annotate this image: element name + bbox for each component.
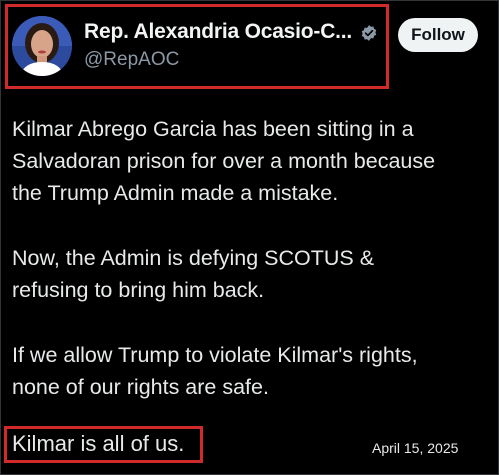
tweet-line: Kilmar Abrego Garcia has been sitting in… — [12, 117, 414, 141]
verified-badge-icon — [361, 25, 377, 41]
tweet-text: Kilmar Abrego Garcia has been sitting in… — [12, 113, 494, 403]
tweet-line: refusing to bring him back. — [12, 278, 265, 302]
tweet-line: Now, the Admin is defying SCOTUS & — [12, 246, 375, 270]
tweet-closing-line: Kilmar is all of us. — [12, 431, 185, 456]
author-handle[interactable]: @RepAOC — [84, 49, 179, 71]
tweet-line: If we allow Trump to violate Kilmar's ri… — [12, 343, 418, 367]
tweet-line: the Trump Admin made a mistake. — [12, 181, 339, 205]
follow-button[interactable]: Follow — [398, 18, 478, 52]
tweet-line: Salvadoran prison for over a month becau… — [12, 149, 436, 173]
tweet-date[interactable]: April 15, 2025 — [372, 440, 458, 456]
avatar[interactable] — [12, 16, 72, 76]
author-display-name[interactable]: Rep. Alexandria Ocasio-C... — [84, 20, 352, 44]
avatar-portrait — [12, 16, 72, 76]
tweet-line: none of our rights are safe. — [12, 375, 269, 399]
